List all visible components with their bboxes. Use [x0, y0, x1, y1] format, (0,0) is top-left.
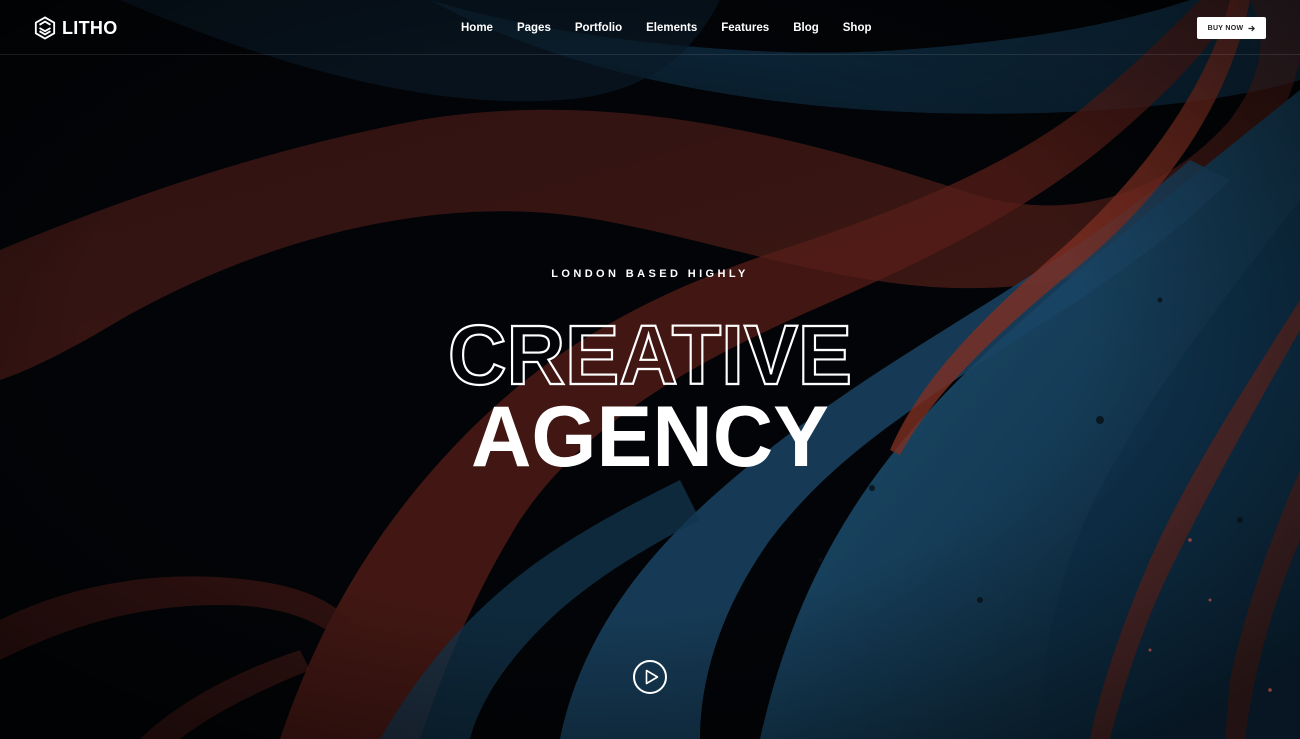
hexagon-cube-icon: [34, 16, 56, 40]
arrow-right-icon: [1248, 25, 1256, 31]
buy-now-button[interactable]: BUY NOW: [1197, 17, 1266, 39]
nav-item-features[interactable]: Features: [721, 22, 769, 34]
buy-now-label: BUY NOW: [1207, 24, 1244, 32]
brand-name: LITHO: [62, 17, 118, 38]
nav-item-portfolio[interactable]: Portfolio: [575, 22, 622, 34]
nav-item-shop[interactable]: Shop: [843, 22, 872, 34]
nav-item-blog[interactable]: Blog: [793, 22, 819, 34]
site-header: LITHO Home Pages Portfolio Elements Feat…: [0, 0, 1300, 55]
nav-item-elements[interactable]: Elements: [646, 22, 697, 34]
hero-title-solid: AGENCY: [471, 389, 829, 480]
hero-title-outline: CREATIVE: [448, 308, 852, 402]
nav-item-pages[interactable]: Pages: [517, 22, 551, 34]
main-nav: Home Pages Portfolio Elements Features B…: [461, 18, 872, 38]
hero-title: CREATIVE AGENCY: [447, 307, 853, 480]
hero-section: LITHO Home Pages Portfolio Elements Feat…: [0, 0, 1300, 739]
play-video-button[interactable]: [633, 660, 667, 694]
hero-eyebrow: LONDON BASED HIGHLY: [551, 268, 749, 280]
play-icon: [645, 669, 658, 685]
nav-item-home[interactable]: Home: [461, 22, 493, 34]
brand-logo[interactable]: LITHO: [34, 15, 118, 41]
